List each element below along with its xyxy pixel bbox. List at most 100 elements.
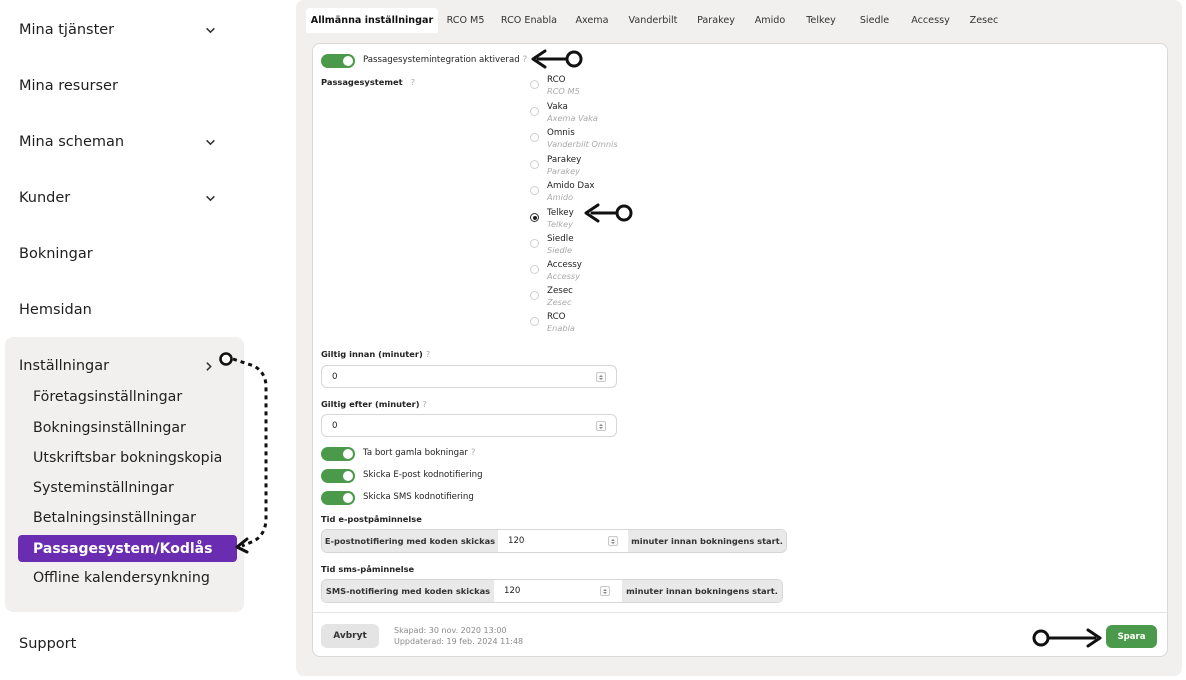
sms-reminder-suffix: minuter innan bokningens start.	[622, 580, 782, 602]
tab-axema[interactable]: Axema	[565, 8, 619, 33]
tab-rco-enabla[interactable]: RCO Enabla	[493, 8, 565, 33]
sidebar-item-support[interactable]: Support	[19, 632, 219, 656]
submenu-utskriftsbar-bokningskopia[interactable]: Utskriftsbar bokningskopia	[33, 448, 222, 468]
sms-reminder-prefix: SMS-notifiering med koden skickas	[322, 580, 494, 602]
option-name: Vaka	[547, 102, 568, 112]
radio-zesec[interactable]	[530, 291, 539, 300]
tab-parakey[interactable]: Parakey	[687, 8, 745, 33]
tab-bar: Allmänna inställningar RCO M5 RCO Enabla…	[306, 8, 1009, 33]
email-reminder-group: E-postnotifiering med koden skickas 120 …	[321, 529, 787, 553]
valid-after-value: 0	[332, 420, 338, 431]
valid-after-input[interactable]: 0	[321, 414, 617, 437]
email-reminder-title: Tid e-postpåminnelse	[321, 514, 422, 524]
option-name: Telkey	[547, 208, 574, 218]
valid-before-input[interactable]: 0	[321, 365, 617, 388]
tab-allmanna-installningar[interactable]: Allmänna inställningar	[306, 8, 438, 33]
submenu-offline-kalendersynkning[interactable]: Offline kalendersynkning	[33, 568, 210, 588]
integration-toggle-text: Passagesystemintegration aktiverad	[363, 55, 520, 65]
chevron-down-icon	[202, 190, 218, 206]
email-reminder-input[interactable]: 120	[498, 530, 628, 552]
tab-telkey[interactable]: Telkey	[795, 8, 847, 33]
radio-parakey[interactable]	[530, 160, 539, 169]
option-sub: RCO M5	[547, 86, 580, 96]
remove-old-bookings-text: Ta bort gamla bokningar	[363, 448, 468, 458]
created-timestamp: Skapad: 30 nov. 2020 13:00	[394, 626, 507, 635]
email-code-label: Skicka E-post kodnotifiering	[363, 470, 483, 480]
tab-vanderbilt[interactable]: Vanderbilt	[619, 8, 687, 33]
valid-before-label-text: Giltig innan (minuter)	[321, 349, 423, 359]
number-stepper[interactable]	[608, 536, 618, 546]
sidebar-item-label: Bokningar	[19, 246, 93, 262]
radio-axema-vaka[interactable]	[530, 107, 539, 116]
radio-vanderbilt-omnis[interactable]	[530, 133, 539, 142]
sidebar-item-label: Support	[19, 636, 77, 652]
tab-zesec[interactable]: Zesec	[959, 8, 1009, 33]
integration-toggle-label: Passagesystemintegration aktiverad?	[363, 55, 527, 65]
cancel-button[interactable]: Avbryt	[321, 624, 379, 648]
help-icon[interactable]: ?	[426, 349, 430, 359]
valid-before-value: 0	[332, 371, 338, 382]
sidebar-item-bokningar[interactable]: Bokningar	[19, 242, 219, 266]
option-sub: Siedle	[547, 245, 573, 255]
sms-reminder-value: 120	[504, 586, 521, 596]
radio-siedle[interactable]	[530, 239, 539, 248]
settings-card	[312, 43, 1168, 657]
footer-divider	[313, 612, 1167, 613]
option-sub: Parakey	[547, 166, 580, 176]
option-sub: Amido	[547, 192, 574, 202]
sidebar-item-mina-tjanster[interactable]: Mina tjänster	[19, 18, 219, 42]
radio-rco-enabla[interactable]	[530, 317, 539, 326]
option-sub: Enabla	[547, 323, 575, 333]
option-name: Accessy	[547, 260, 582, 270]
help-icon[interactable]: ?	[411, 77, 415, 87]
sidebar-item-label: Hemsidan	[19, 302, 92, 318]
tab-amido[interactable]: Amido	[745, 8, 795, 33]
sidebar-item-kunder[interactable]: Kunder	[19, 186, 219, 210]
sidebar-item-mina-scheman[interactable]: Mina scheman	[19, 130, 219, 154]
chevron-down-icon	[202, 134, 218, 150]
sms-reminder-input[interactable]: 120	[494, 580, 622, 602]
valid-after-label: Giltig efter (minuter)?	[321, 399, 427, 409]
submenu-systeminstallningar[interactable]: Systeminställningar	[33, 478, 174, 498]
option-name: Parakey	[547, 155, 582, 165]
option-name: Omnis	[547, 128, 575, 138]
email-reminder-prefix: E-postnotifiering med koden skickas	[322, 530, 498, 552]
passagesystem-label-text: Passagesystemet	[321, 77, 403, 87]
sidebar-item-installningar[interactable]: Inställningar	[19, 354, 219, 378]
sidebar-item-label: Mina tjänster	[19, 22, 115, 38]
submenu-foretagsinstallningar[interactable]: Företagsinställningar	[33, 387, 182, 407]
sidebar-item-hemsidan[interactable]: Hemsidan	[19, 298, 219, 322]
submenu-betalningsinstallningar[interactable]: Betalningsinställningar	[33, 508, 196, 528]
radio-accessy[interactable]	[530, 265, 539, 274]
tab-accessy[interactable]: Accessy	[902, 8, 959, 33]
help-icon[interactable]: ?	[423, 399, 427, 409]
number-stepper[interactable]	[600, 586, 610, 596]
integration-toggle[interactable]	[321, 54, 355, 68]
help-icon[interactable]: ?	[471, 448, 476, 458]
radio-rco-m5[interactable]	[530, 80, 539, 89]
save-button[interactable]: Spara	[1106, 625, 1157, 648]
option-sub: Telkey	[547, 219, 573, 229]
remove-old-bookings-toggle[interactable]	[321, 447, 355, 461]
sidebar-item-mina-resurser[interactable]: Mina resurser	[19, 74, 219, 98]
help-icon[interactable]: ?	[523, 55, 528, 65]
radio-amido-dax[interactable]	[530, 186, 539, 195]
tab-rco-m5[interactable]: RCO M5	[438, 8, 493, 33]
updated-timestamp: Uppdaterad: 19 feb. 2024 11:48	[394, 637, 524, 646]
number-stepper[interactable]	[596, 421, 606, 431]
sidebar: Mina tjänster Mina resurser Mina scheman…	[0, 0, 250, 680]
number-stepper[interactable]	[596, 372, 606, 382]
remove-old-bookings-label: Ta bort gamla bokningar?	[363, 448, 475, 458]
option-name: RCO	[547, 75, 566, 85]
sms-code-toggle[interactable]	[321, 491, 355, 505]
valid-after-label-text: Giltig efter (minuter)	[321, 399, 420, 409]
option-name: Siedle	[547, 234, 574, 244]
tab-siedle[interactable]: Siedle	[847, 8, 902, 33]
sidebar-item-label: Mina scheman	[19, 134, 125, 150]
submenu-passagesystem-kodlas[interactable]: Passagesystem/Kodlås	[18, 535, 237, 562]
option-sub: Accessy	[547, 271, 581, 281]
submenu-bokningsinstallningar[interactable]: Bokningsinställningar	[33, 418, 186, 438]
email-code-toggle[interactable]	[321, 469, 355, 483]
radio-telkey[interactable]	[530, 213, 539, 222]
option-name: Amido Dax	[547, 181, 595, 191]
